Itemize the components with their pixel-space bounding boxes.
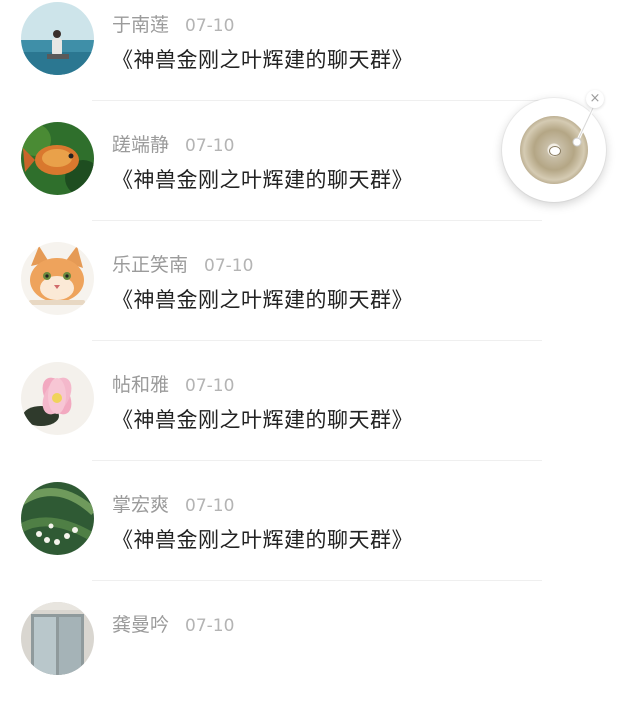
chat-title[interactable]: 《神兽金刚之叶辉建的聊天群》 — [112, 44, 413, 74]
item-meta: 帖和雅 07-10 — [112, 370, 234, 397]
chat-title[interactable]: 《神兽金刚之叶辉建的聊天群》 — [112, 524, 413, 554]
sender-name: 乐正笑南 — [112, 254, 189, 276]
sender-name: 帖和雅 — [112, 374, 170, 396]
sender-name: 龚曼吟 — [112, 614, 170, 636]
avatar[interactable] — [21, 242, 94, 315]
goldfish-avatar-icon — [21, 122, 94, 195]
avatar[interactable] — [21, 602, 94, 675]
list-item[interactable]: 乐正笑南 07-10 《神兽金刚之叶辉建的聊天群》 — [0, 240, 640, 360]
tonearm-icon — [572, 106, 595, 147]
lily-of-valley-avatar-icon — [21, 482, 94, 555]
list-item[interactable]: 龚曼吟 07-10 — [0, 600, 640, 720]
window-avatar-icon — [21, 602, 94, 675]
divider — [92, 460, 542, 461]
divider — [92, 580, 542, 581]
avatar[interactable] — [21, 482, 94, 555]
message-date: 07-10 — [185, 616, 235, 636]
message-date: 07-10 — [185, 136, 235, 156]
sender-name: 掌宏爽 — [112, 494, 170, 516]
avatar[interactable] — [21, 122, 94, 195]
message-date: 07-10 — [185, 16, 235, 36]
divider — [92, 220, 542, 221]
list-item[interactable]: 掌宏爽 07-10 《神兽金刚之叶辉建的聊天群》 — [0, 480, 640, 600]
chat-title[interactable]: 《神兽金刚之叶辉建的聊天群》 — [112, 404, 413, 434]
avatar[interactable] — [21, 362, 94, 435]
sender-name: 蹉端静 — [112, 134, 170, 156]
item-meta: 龚曼吟 07-10 — [112, 610, 234, 637]
item-meta: 乐正笑南 07-10 — [112, 250, 253, 277]
disc-center — [549, 146, 561, 156]
divider — [92, 340, 542, 341]
chat-title[interactable]: 《神兽金刚之叶辉建的聊天群》 — [112, 284, 413, 314]
item-meta: 掌宏爽 07-10 — [112, 490, 234, 517]
list-item[interactable]: 帖和雅 07-10 《神兽金刚之叶辉建的聊天群》 — [0, 360, 640, 480]
chat-title[interactable]: 《神兽金刚之叶辉建的聊天群》 — [112, 164, 413, 194]
message-date: 07-10 — [185, 376, 235, 396]
item-meta: 于南莲 07-10 — [112, 10, 234, 37]
sender-name: 于南莲 — [112, 14, 170, 36]
cat-avatar-icon — [21, 242, 94, 315]
close-player-button[interactable]: × — [586, 90, 604, 108]
message-date: 07-10 — [204, 256, 254, 276]
message-date: 07-10 — [185, 496, 235, 516]
sea-portrait-avatar-icon — [21, 2, 94, 75]
divider — [92, 100, 542, 101]
lotus-avatar-icon — [21, 362, 94, 435]
avatar[interactable] — [21, 2, 94, 75]
item-meta: 蹉端静 07-10 — [112, 130, 234, 157]
